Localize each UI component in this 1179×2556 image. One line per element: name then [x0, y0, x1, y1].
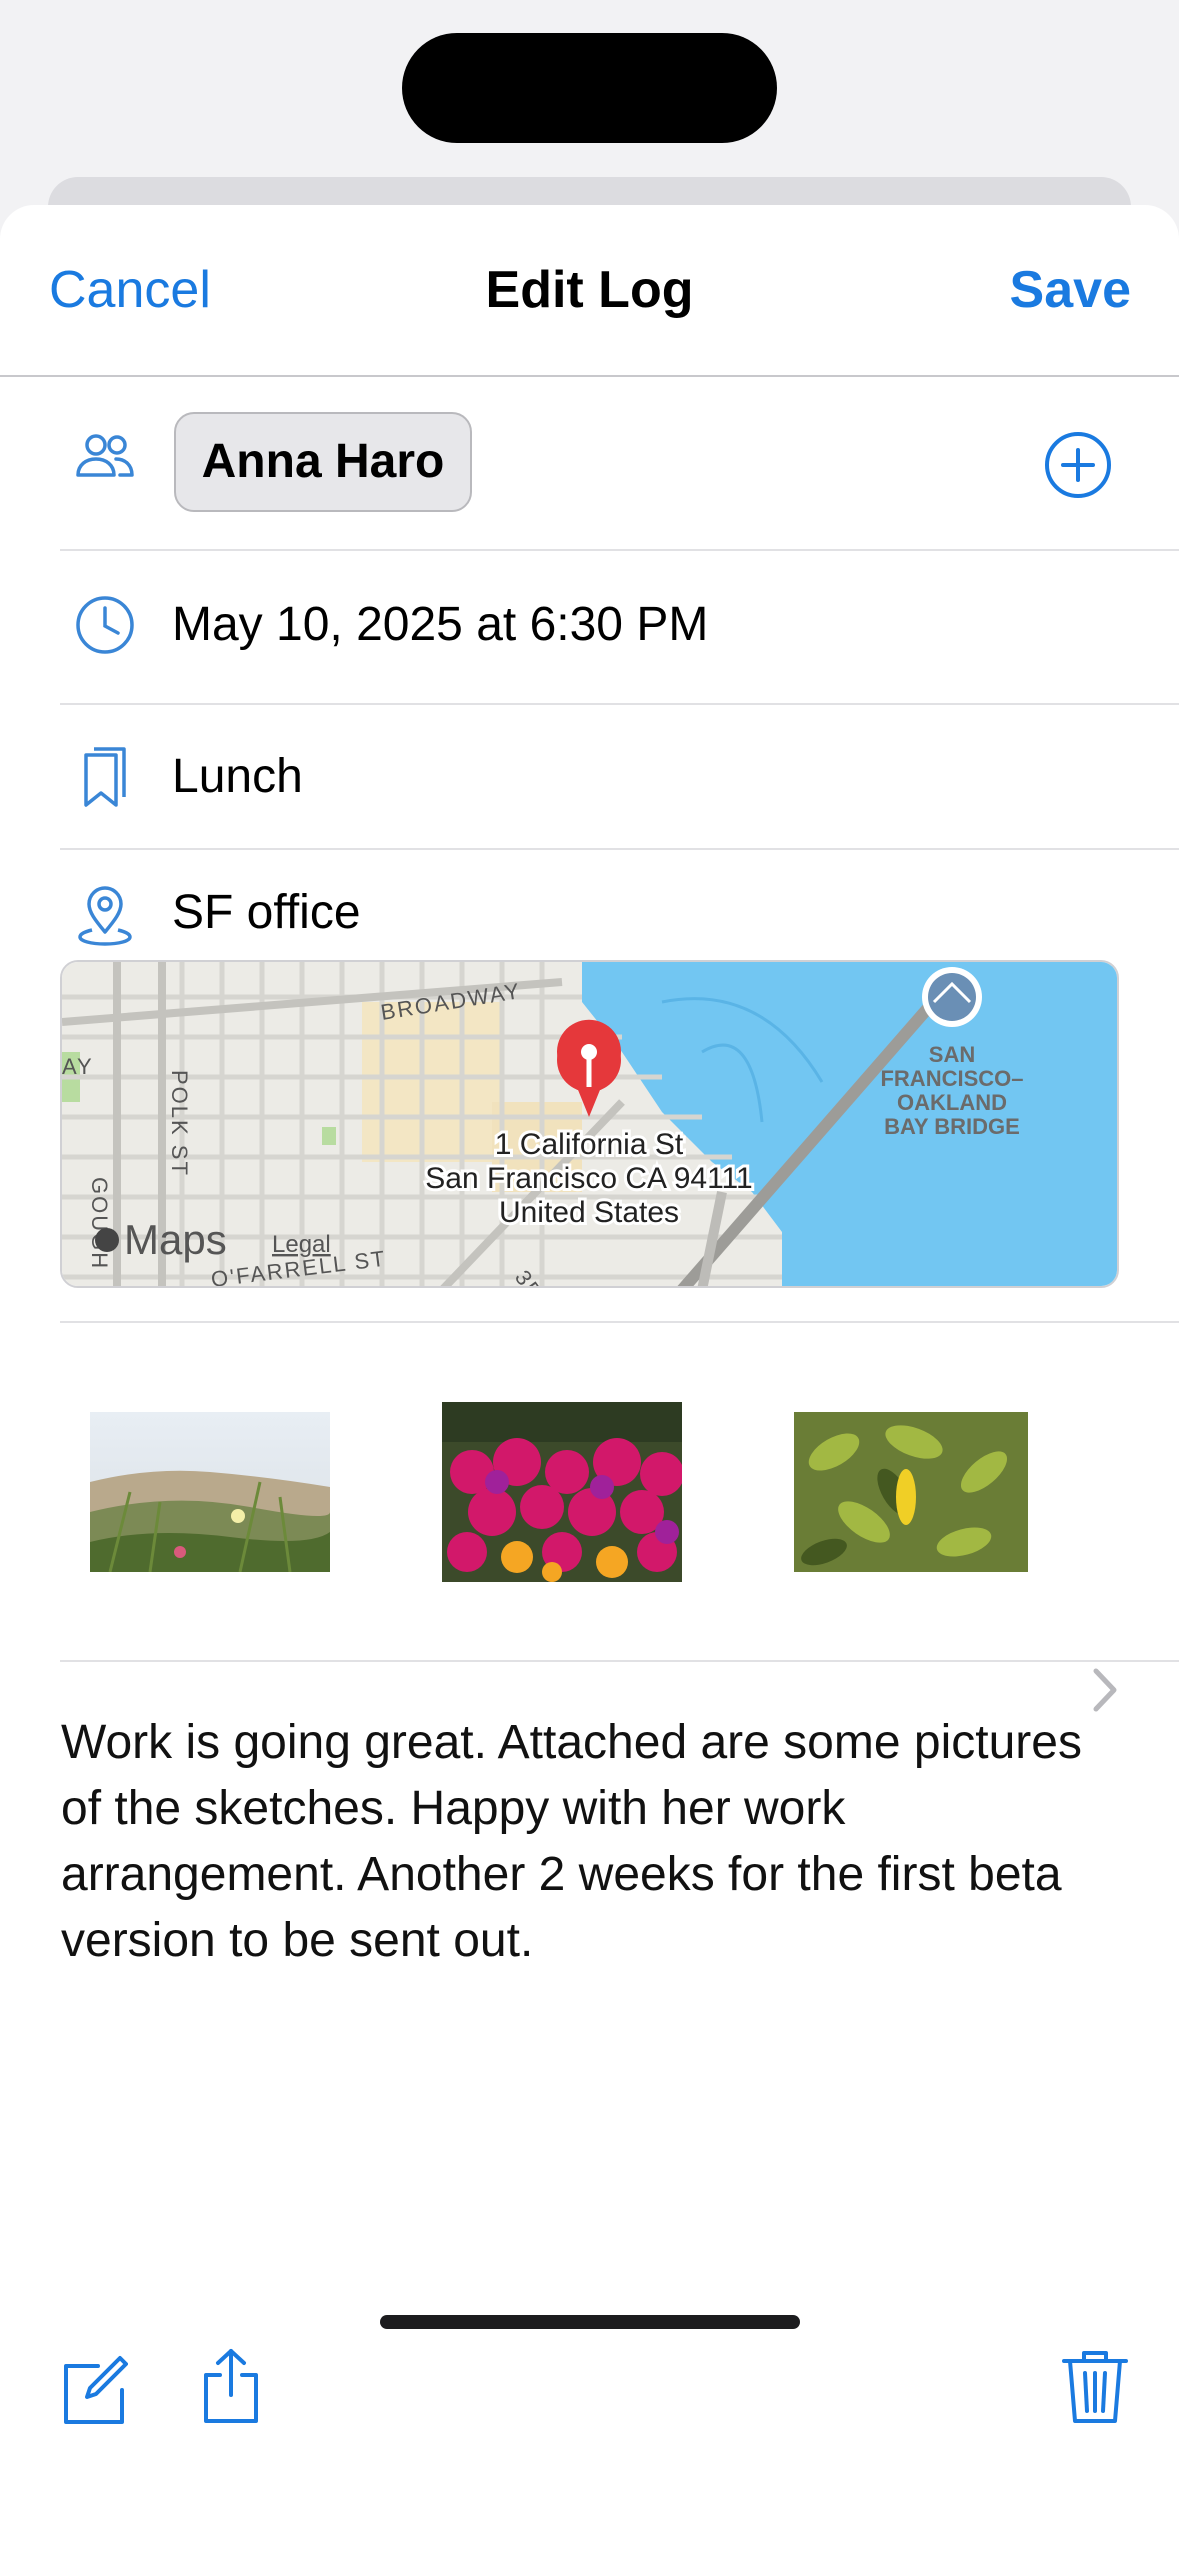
photo-dunes[interactable] [90, 1412, 330, 1573]
row-separator [60, 1321, 1179, 1323]
contact-chip[interactable]: Anna Haro [174, 412, 472, 512]
people-icon [70, 423, 140, 493]
share-icon[interactable] [196, 2345, 266, 2425]
clock-icon [70, 590, 140, 660]
dynamic-island [402, 33, 777, 143]
map-address-line2: San Francisco CA 94111 [425, 1162, 752, 1195]
location-map[interactable]: BROADWAY POLK ST GOUGH O'FARRELL ST 3R A… [60, 960, 1119, 1288]
row-separator [60, 848, 1179, 850]
row-separator [60, 549, 1179, 551]
category-value[interactable]: Lunch [172, 749, 303, 804]
landmark-label-line4: BAY BRIDGE [884, 1114, 1020, 1139]
edit-log-sheet: Cancel Edit Log Save Anna Haro May 10, 2… [0, 205, 1179, 2556]
trash-icon[interactable] [1060, 2345, 1130, 2425]
compose-icon[interactable] [58, 2350, 128, 2430]
note-text[interactable]: Work is going great. Attached are some p… [61, 1710, 1121, 1974]
legal-link[interactable]: Legal [272, 1231, 331, 1258]
bookmark-icon [70, 743, 140, 813]
street-polk-label: POLK ST [167, 1070, 192, 1177]
navigation-bar: Cancel Edit Log Save [0, 205, 1179, 377]
home-indicator[interactable] [380, 2315, 800, 2329]
street-gough-label: GOUGH [87, 1177, 112, 1270]
landmark-label-line2: FRANCISCO– [880, 1066, 1023, 1091]
map-address-line1: 1 California St [495, 1128, 684, 1161]
street-ay-label: AY [62, 1054, 94, 1079]
page-title: Edit Log [485, 261, 694, 319]
save-button[interactable]: Save [1010, 260, 1131, 320]
location-name[interactable]: SF office [172, 885, 361, 940]
photo-flowers[interactable] [442, 1402, 684, 1582]
landmark-label-line3: OAKLAND [897, 1090, 1007, 1115]
chevron-right-icon[interactable] [1090, 1665, 1120, 1715]
datetime-value[interactable]: May 10, 2025 at 6:30 PM [172, 597, 708, 652]
photo-leaves[interactable] [794, 1412, 1028, 1572]
nav-divider [0, 375, 1179, 377]
landmark-label-line1: SAN [929, 1042, 975, 1067]
row-separator [60, 1660, 1179, 1662]
location-pin-icon [70, 880, 140, 950]
maps-label: Maps [124, 1216, 227, 1263]
map-address-line3: United States [499, 1196, 679, 1229]
plus-circle-icon[interactable] [1043, 430, 1113, 500]
row-separator [60, 703, 1179, 705]
